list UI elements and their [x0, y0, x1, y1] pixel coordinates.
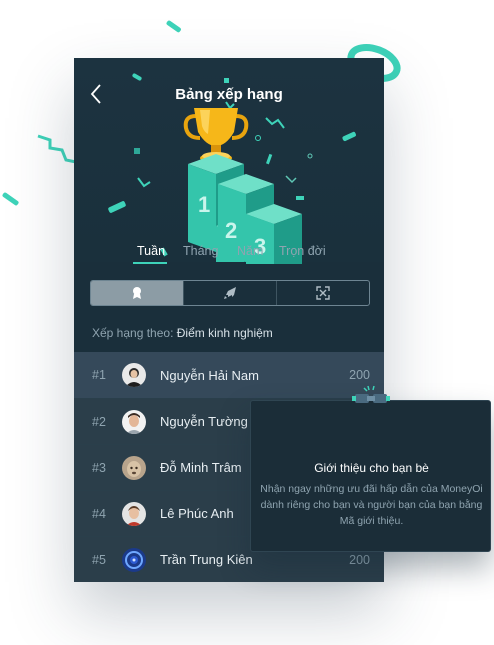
avatar — [122, 455, 146, 480]
leaderboard-row[interactable]: #1 Nguyễn Hải Nam 200 — [74, 352, 384, 398]
tab-month[interactable]: Tháng — [183, 244, 218, 258]
avatar — [122, 547, 146, 572]
sort-label: Xếp hạng theo: — [92, 326, 174, 340]
expand-icon — [316, 286, 330, 300]
confetti-left-bar — [2, 192, 19, 206]
popup-body: Nhận ngay những ưu đãi hấp dẫn của Money… — [260, 483, 483, 527]
podium-label-1: 1 — [198, 192, 210, 217]
metric-segmented-control — [90, 280, 370, 306]
rocket-icon — [224, 287, 236, 299]
segment-medal[interactable] — [91, 281, 183, 305]
tab-year[interactable]: Năm — [237, 244, 263, 258]
avatar — [122, 363, 146, 387]
rank-label: #1 — [92, 368, 106, 382]
period-tabs: Tuần Tháng Năm Trọn đời — [129, 244, 339, 268]
gift-icon — [352, 385, 390, 403]
player-score: 200 — [349, 552, 370, 567]
tab-lifetime[interactable]: Trọn đời — [279, 244, 326, 258]
avatar — [122, 501, 146, 526]
podium-label-2: 2 — [225, 218, 237, 243]
rank-label: #2 — [92, 414, 106, 429]
sort-value[interactable]: Điểm kinh nghiệm — [177, 326, 273, 340]
rank-label: #4 — [92, 506, 106, 521]
referral-popup[interactable]: Giới thiệu cho bạn bè Nhận ngay những ưu… — [250, 400, 491, 552]
active-tab-indicator — [133, 262, 167, 264]
medal-icon — [133, 287, 141, 299]
avatar — [122, 409, 146, 434]
sort-criteria: Xếp hạng theo: Điểm kinh nghiệm — [92, 326, 273, 340]
rank-label: #3 — [92, 460, 106, 475]
hero-banner: Bảng xếp hạng 1 2 3 Tuần Tháng Năm Trọn … — [74, 58, 384, 264]
confetti-top — [166, 20, 181, 33]
segment-expand[interactable] — [276, 281, 369, 305]
popup-title: Giới thiệu cho bạn bè — [314, 461, 429, 475]
page-title: Bảng xếp hạng — [175, 86, 283, 103]
segment-rocket[interactable] — [183, 281, 276, 305]
rank-label: #5 — [92, 552, 106, 567]
player-score: 200 — [349, 368, 370, 382]
tab-week[interactable]: Tuần — [137, 244, 165, 258]
